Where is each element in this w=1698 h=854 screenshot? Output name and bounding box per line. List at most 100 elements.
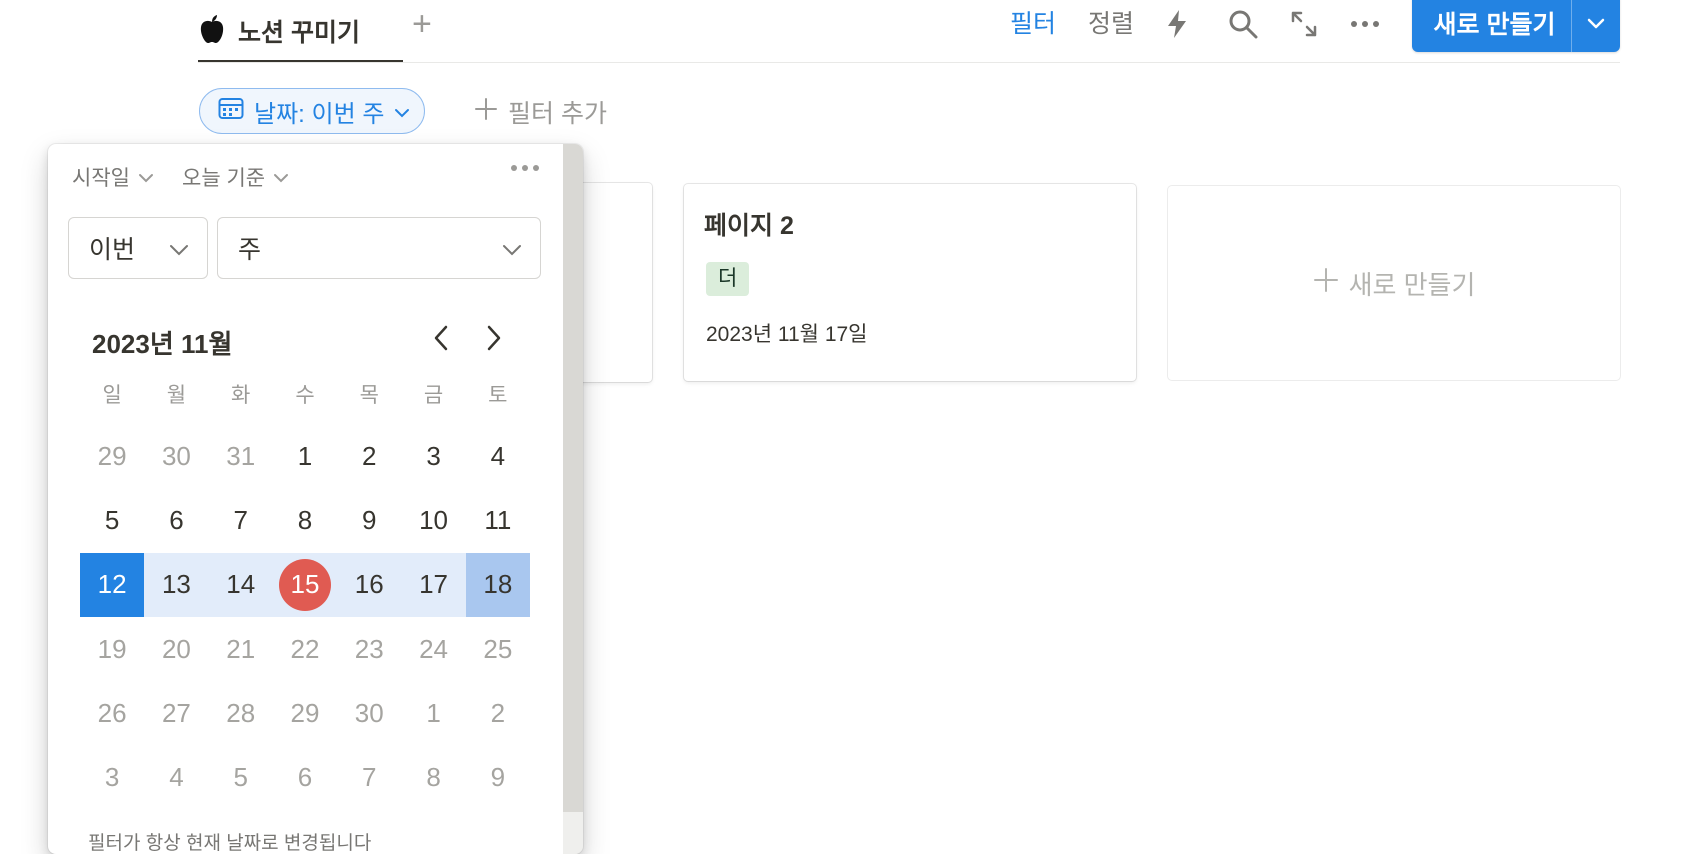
sort-button[interactable]: 정렬 — [1088, 6, 1134, 42]
calendar-day[interactable]: 27 — [144, 681, 208, 745]
relative-select[interactable]: 오늘 기준 — [182, 162, 289, 192]
calendar-day[interactable]: 5 — [80, 488, 144, 552]
calendar-day[interactable]: 7 — [337, 745, 401, 809]
tab-title: 노션 꾸미기 — [238, 19, 360, 47]
new-button[interactable]: 새로 만들기 — [1412, 0, 1620, 52]
chevron-down-icon — [502, 234, 522, 263]
plus-icon[interactable]: + — [412, 6, 432, 42]
calendar-day[interactable]: 5 — [209, 745, 273, 809]
calendar-day[interactable]: 3 — [80, 745, 144, 809]
expand-icon[interactable] — [1290, 6, 1318, 42]
calendar-day[interactable]: 29 — [273, 681, 337, 745]
calendar-day[interactable]: 6 — [144, 488, 208, 552]
chevron-right-icon[interactable] — [485, 324, 503, 357]
unit-value: 주 — [238, 236, 262, 264]
calendar-day[interactable]: 9 — [337, 488, 401, 552]
calendar-day[interactable]: 18 — [465, 552, 530, 617]
calendar-day[interactable]: 14 — [209, 553, 273, 617]
calendar-day[interactable]: 12 — [80, 552, 145, 617]
calendar-day[interactable]: 30 — [337, 681, 401, 745]
card-title: 페이지 2 — [704, 212, 794, 240]
calendar-day[interactable]: 21 — [209, 617, 273, 681]
weekday-label: 월 — [166, 384, 187, 407]
chevron-down-icon — [169, 234, 189, 263]
lightning-icon[interactable] — [1166, 6, 1188, 42]
calendar-day[interactable]: 28 — [209, 681, 273, 745]
scrollbar[interactable] — [563, 144, 583, 854]
scrollbar-track-end — [563, 812, 583, 854]
weekday-label: 일 — [102, 384, 122, 407]
period-value: 이번 — [89, 236, 136, 264]
calendar-day[interactable]: 16 — [337, 553, 401, 617]
today-marker: 15 — [278, 558, 331, 611]
weekday-label: 금 — [423, 384, 444, 407]
more-icon[interactable] — [510, 158, 540, 183]
calendar-day[interactable]: 1 — [401, 681, 465, 745]
week-row: 19 20 21 22 23 24 25 — [80, 617, 530, 681]
week-row: 29 30 31 1 2 3 4 — [80, 424, 530, 488]
weekday-label: 목 — [359, 384, 379, 407]
calendar-day[interactable]: 2 — [466, 681, 530, 745]
selected-week-row: 12 13 14 15 16 17 18 — [80, 552, 530, 617]
calendar-day[interactable]: 19 — [80, 617, 144, 681]
board-card[interactable]: 페이지 2 더 2023년 11월 17일 — [684, 184, 1136, 381]
calendar-day[interactable]: 8 — [273, 488, 337, 552]
tab-active-view[interactable]: 노션 꾸미기 — [198, 0, 360, 62]
date-field-select[interactable]: 시작일 — [72, 162, 154, 192]
calendar-day[interactable]: 23 — [337, 617, 401, 681]
calendar-day[interactable]: 8 — [401, 745, 465, 809]
period-select[interactable]: 이번 — [68, 217, 208, 279]
header-divider — [198, 62, 1620, 63]
new-card-label: 새로 만들기 — [1348, 269, 1476, 300]
calendar-day[interactable]: 1 — [273, 424, 337, 488]
calendar-day[interactable]: 17 — [401, 553, 465, 617]
date-filter-chip[interactable]: 날짜: 이번 주 — [199, 88, 426, 134]
chevron-down-icon — [273, 165, 289, 189]
search-icon[interactable] — [1228, 6, 1258, 42]
calendar-icon — [218, 96, 244, 127]
calendar-day[interactable]: 9 — [466, 745, 530, 809]
chevron-left-icon[interactable] — [432, 324, 450, 357]
calendar-day[interactable]: 10 — [401, 488, 465, 552]
calendar-day[interactable]: 26 — [80, 681, 144, 745]
calendar-day[interactable]: 4 — [466, 424, 530, 488]
add-filter-button[interactable]: 필터 추가 — [474, 94, 607, 130]
card-tag: 더 — [706, 262, 750, 296]
calendar-day[interactable]: 4 — [144, 745, 208, 809]
calendar-day[interactable]: 22 — [273, 617, 337, 681]
calendar-day[interactable]: 6 — [273, 745, 337, 809]
date-filter-popup: 시작일 오늘 기준 이번 주 2023년 11월 일월화수목금토 29 30 31 1… — [48, 144, 583, 854]
chevron-down-icon[interactable] — [1572, 17, 1620, 29]
date-field-label: 시작일 — [72, 167, 130, 190]
weekday-header: 일월화수목금토 — [80, 364, 530, 424]
calendar-day[interactable]: 20 — [144, 617, 208, 681]
weekday-label: 수 — [295, 384, 315, 407]
calendar-day[interactable]: 7 — [209, 488, 273, 552]
calendar-day[interactable]: 30 — [144, 424, 208, 488]
calendar-day[interactable]: 29 — [80, 424, 144, 488]
calendar-day[interactable]: 31 — [209, 424, 273, 488]
more-icon[interactable] — [1350, 6, 1380, 42]
new-card-button[interactable]: 새로 만들기 — [1168, 186, 1620, 380]
apple-icon — [198, 14, 226, 49]
weekday-label: 화 — [231, 384, 251, 407]
calendar-day[interactable]: 11 — [466, 488, 530, 552]
month-title: 2023년 11월 — [92, 329, 233, 359]
plus-icon — [474, 97, 498, 128]
calendar-day[interactable]: 2 — [337, 424, 401, 488]
unit-select[interactable]: 주 — [217, 217, 541, 279]
calendar-grid: 일월화수목금토 29 30 31 1 2 3 4 5 6 7 8 9 10 11 12 13 14 15 16 17 1… — [80, 364, 530, 810]
plus-icon — [1313, 267, 1339, 300]
helper-text: 필터가 항상 현재 날짜로 변경됩니다 — [88, 833, 372, 854]
calendar-day[interactable]: 25 — [466, 617, 530, 681]
week-row: 3456789 — [80, 745, 530, 809]
filter-button[interactable]: 필터 — [1010, 6, 1056, 42]
calendar-day[interactable]: 13 — [144, 553, 208, 617]
week-row: 5 6 7 8 9 10 11 — [80, 488, 530, 552]
chevron-down-icon — [394, 97, 410, 125]
calendar-day[interactable]: 24 — [401, 617, 465, 681]
relative-label: 오늘 기준 — [182, 167, 266, 190]
calendar-day[interactable]: 3 — [401, 424, 465, 488]
chevron-down-icon — [138, 165, 154, 189]
calendar-day[interactable]: 15 — [273, 553, 337, 617]
